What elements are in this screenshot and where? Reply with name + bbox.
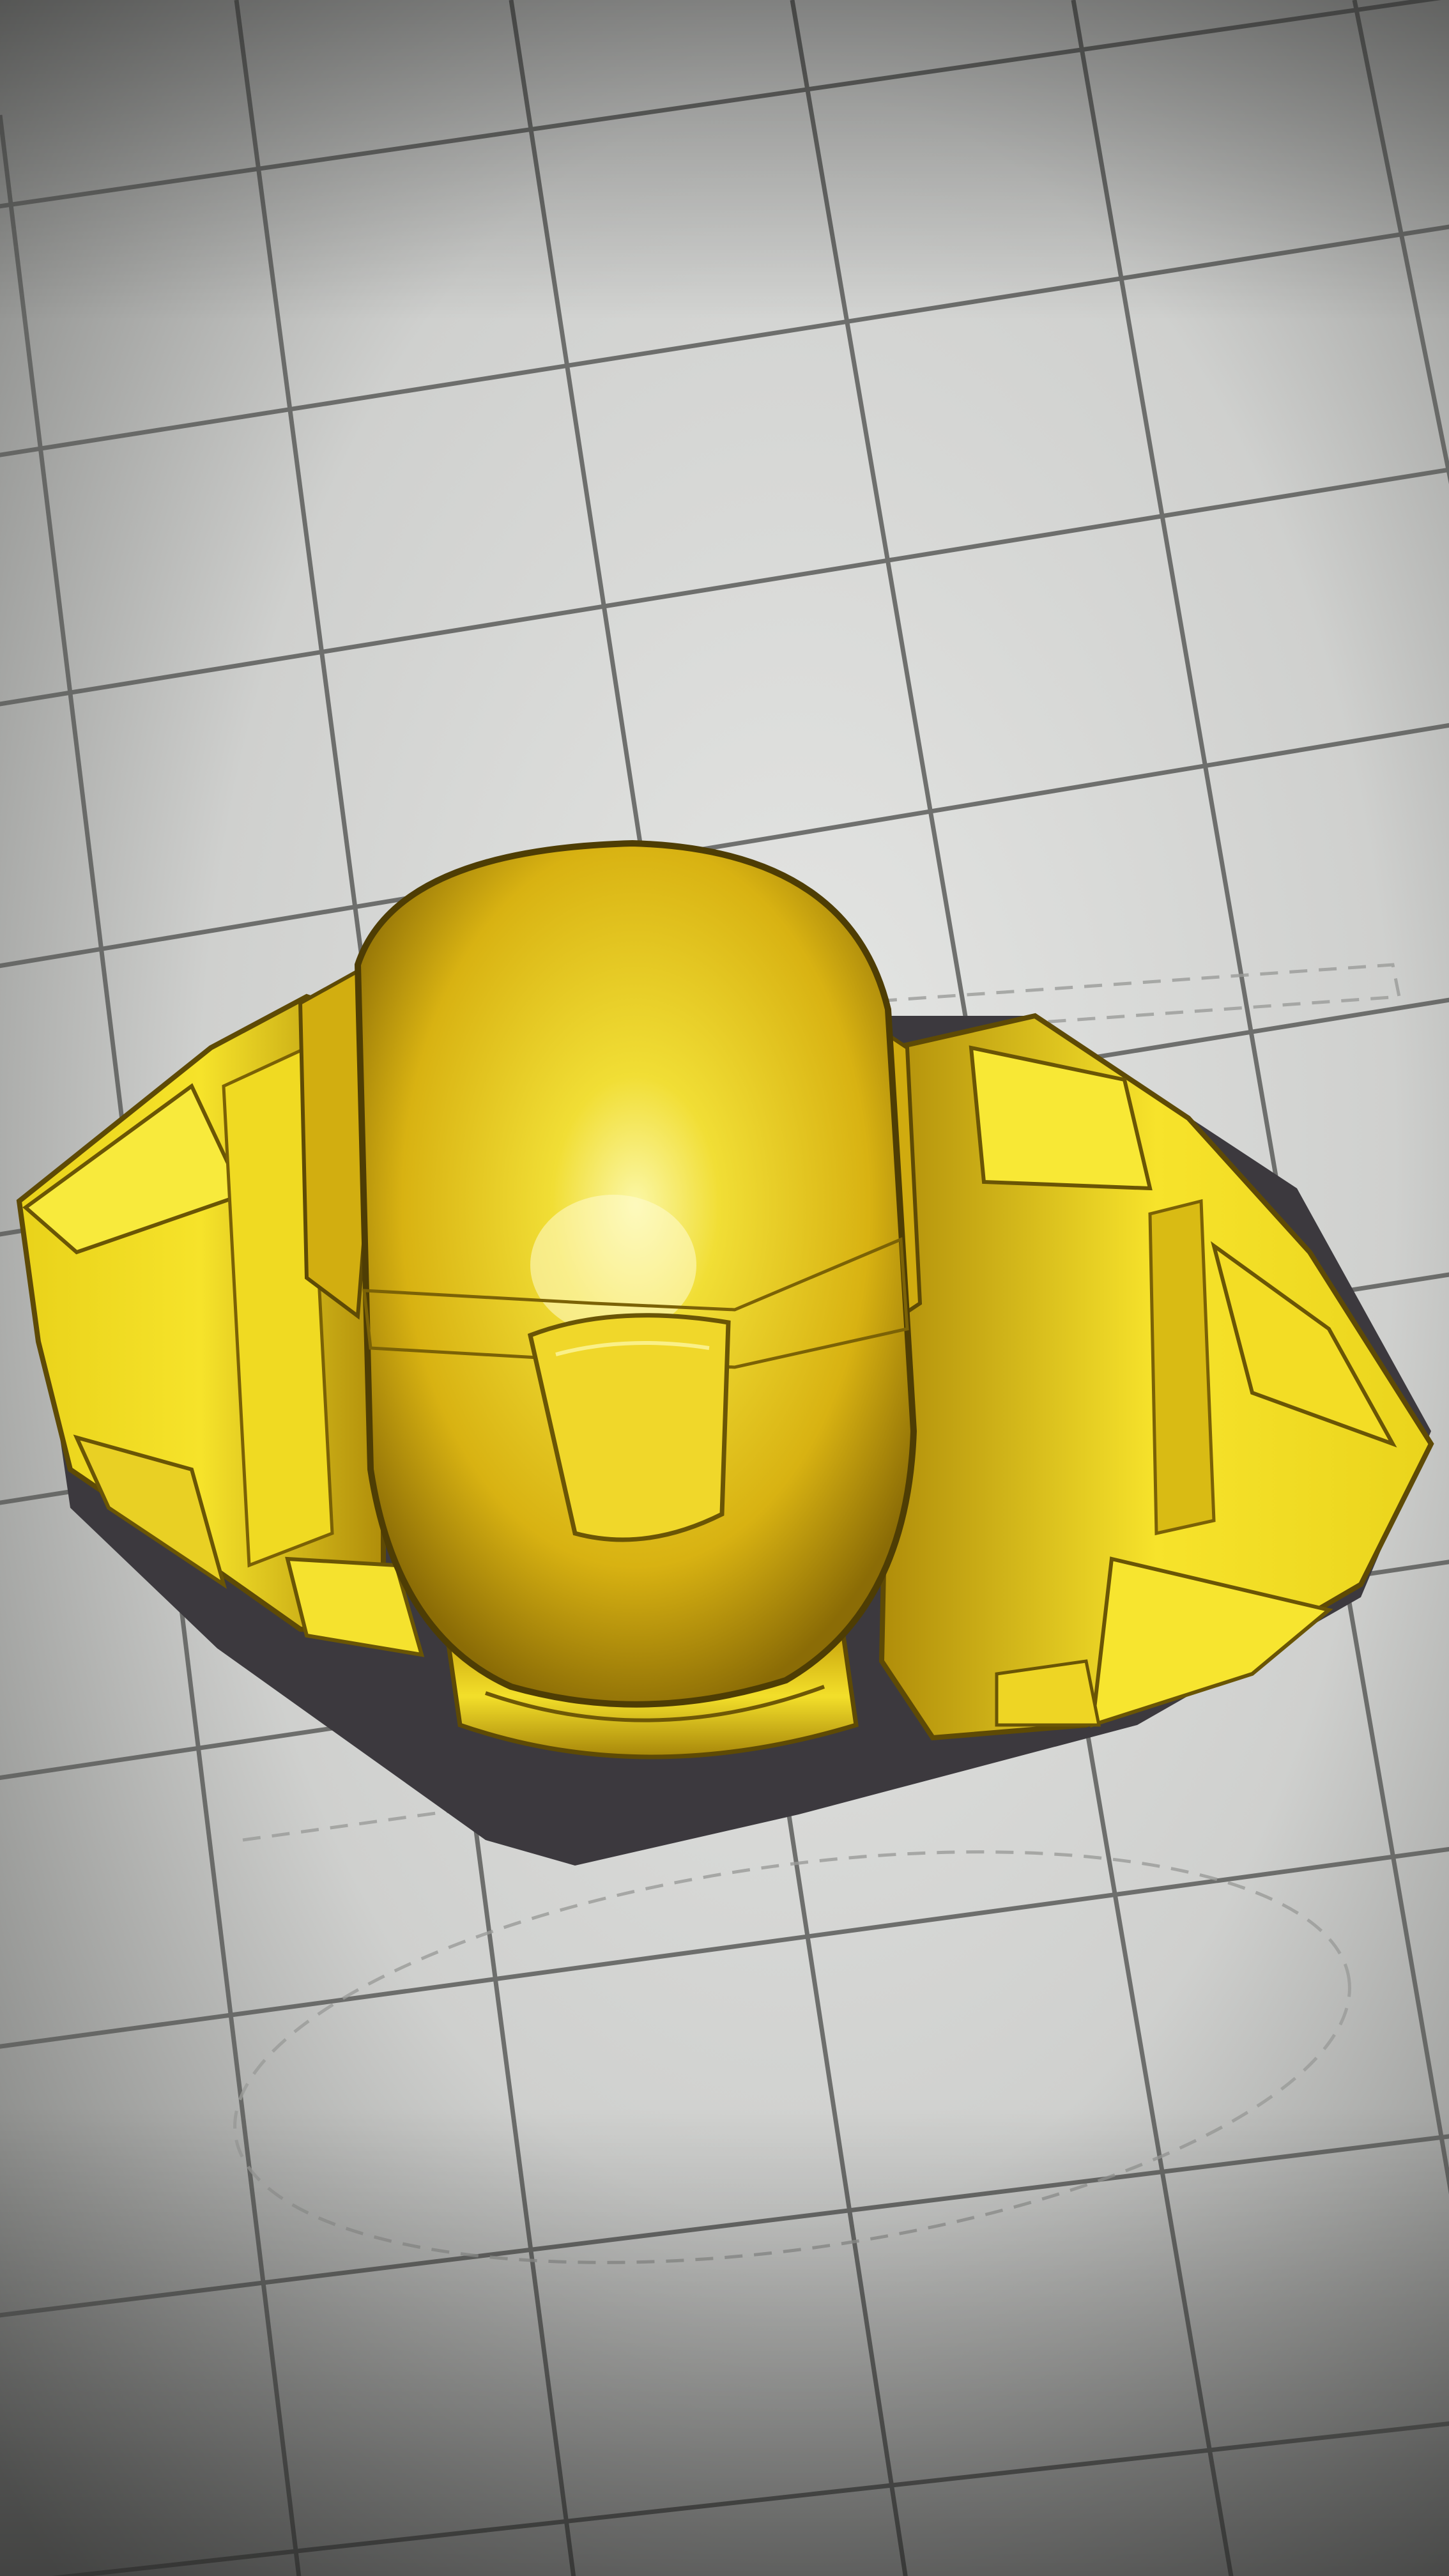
slicer-3d-viewport[interactable] xyxy=(0,0,1449,2576)
screen-bottom-vignette xyxy=(0,2108,1449,2576)
screen-top-vignette xyxy=(0,0,1449,319)
viewport-canvas[interactable] xyxy=(0,0,1449,2576)
